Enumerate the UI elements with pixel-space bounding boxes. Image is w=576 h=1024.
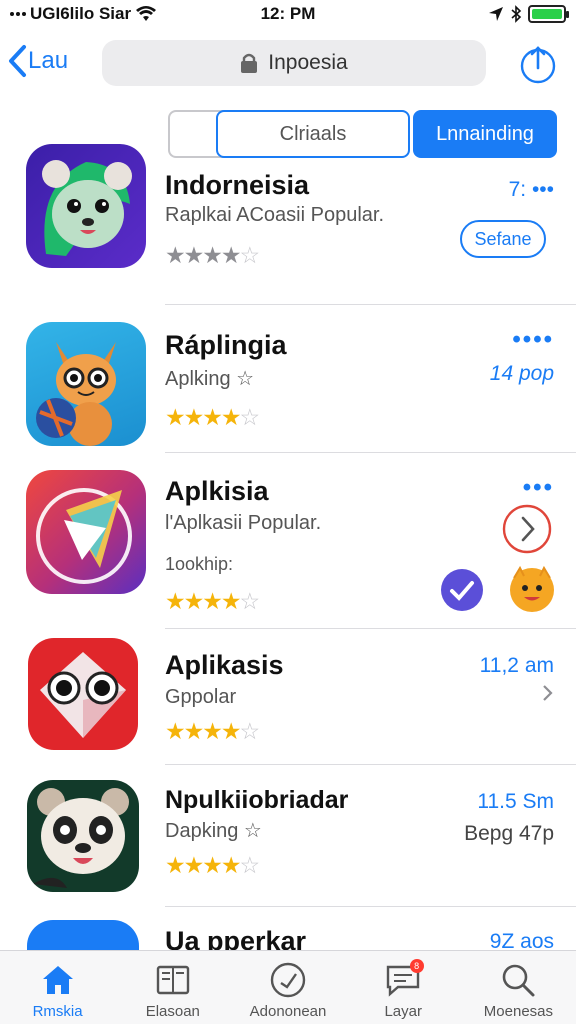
- battery-icon: [528, 5, 569, 23]
- app-icon-panda: [27, 780, 139, 892]
- share-icon[interactable]: [520, 44, 556, 84]
- app-name[interactable]: Aplikasis: [165, 650, 284, 681]
- tab-bar: Rmskia Elasoan Adononean 8 Layar Moenesa…: [0, 950, 576, 1024]
- home-icon: [42, 966, 73, 994]
- app-rating: ★★★★☆: [165, 588, 260, 614]
- app-name[interactable]: Indorneisia: [165, 170, 309, 201]
- app-subtitle: Raplkai ACoasii Popular.: [165, 204, 385, 226]
- app-meta: 11,2 am: [479, 654, 554, 677]
- app-rating: ★★★★☆: [165, 852, 260, 878]
- divider: [165, 452, 576, 453]
- book-icon: [156, 965, 189, 995]
- check-badge-icon: [441, 569, 483, 611]
- app-subtitle: Dapking ☆: [165, 820, 262, 842]
- app-meta-secondary: Bepg 47p: [464, 822, 554, 845]
- search-icon: [503, 964, 535, 997]
- clock-icon: [270, 962, 306, 998]
- app-subtitle-secondary: 1ookhip:: [165, 554, 234, 574]
- app-icon-owl: [28, 638, 138, 750]
- chevron-right-icon[interactable]: [542, 684, 554, 702]
- back-button[interactable]: Lau: [6, 44, 68, 78]
- divider: [165, 764, 576, 765]
- status-bar: UGI6lilo Siar 12: PM: [0, 0, 576, 28]
- get-button[interactable]: Sefane: [460, 220, 546, 258]
- tab-label: Layar: [384, 1003, 422, 1020]
- emoji-face-icon: [510, 565, 554, 612]
- url-text: Inpoesia: [268, 51, 348, 74]
- chevron-left-icon: [9, 45, 26, 77]
- notification-badge: 8: [409, 959, 424, 973]
- tab-updates[interactable]: Adononean: [230, 951, 345, 1024]
- app-name[interactable]: Npulkiiobriadar: [165, 786, 348, 815]
- divider: [165, 628, 576, 629]
- tab-label: Rmskia: [32, 1003, 83, 1020]
- app-subtitle: Gppolar: [165, 686, 237, 708]
- app-rating: ★★★★☆: [165, 242, 260, 268]
- app-name[interactable]: Ráplingia: [165, 330, 287, 361]
- tab-label: Moenesas: [483, 1003, 554, 1020]
- tab-label: Elasoan: [145, 1003, 200, 1020]
- app-icon-fox: [26, 322, 146, 446]
- more-icon[interactable]: ••••: [512, 326, 554, 354]
- app-rating: ★★★★☆: [165, 718, 260, 744]
- app-subtitle: Aplking ☆: [165, 368, 255, 390]
- chevron-right-circle-icon[interactable]: [502, 504, 552, 554]
- tab-messages[interactable]: 8 Layar: [346, 951, 461, 1024]
- divider: [165, 304, 576, 305]
- segment-right-selected[interactable]: Lnnainding: [413, 110, 557, 158]
- more-icon[interactable]: •••: [523, 474, 554, 502]
- app-icon-bear: [26, 144, 146, 268]
- url-field[interactable]: Inpoesia: [102, 40, 486, 86]
- app-icon-play: [26, 470, 146, 594]
- app-subtitle: l'Aplkasii Popular.: [165, 512, 322, 534]
- app-meta: 11.5 Sm: [477, 790, 554, 813]
- tab-search[interactable]: Moenesas: [461, 951, 576, 1024]
- tab-label: Adononean: [249, 1003, 327, 1020]
- clock: 12: PM: [260, 4, 316, 23]
- divider: [165, 906, 576, 907]
- lock-icon: [241, 53, 258, 73]
- app-meta: 7: •••: [508, 178, 554, 201]
- tab-home[interactable]: Rmskia: [0, 951, 115, 1024]
- app-meta: 14 pop: [489, 362, 554, 385]
- segment-left[interactable]: Clriaals: [216, 110, 410, 158]
- app-name[interactable]: Aplkisia: [165, 476, 269, 507]
- app-rating: ★★★★☆: [165, 404, 260, 430]
- back-label: Lau: [28, 47, 69, 74]
- tab-library[interactable]: Elasoan: [115, 951, 230, 1024]
- navigation-bar: Lau Inpoesia: [0, 36, 576, 88]
